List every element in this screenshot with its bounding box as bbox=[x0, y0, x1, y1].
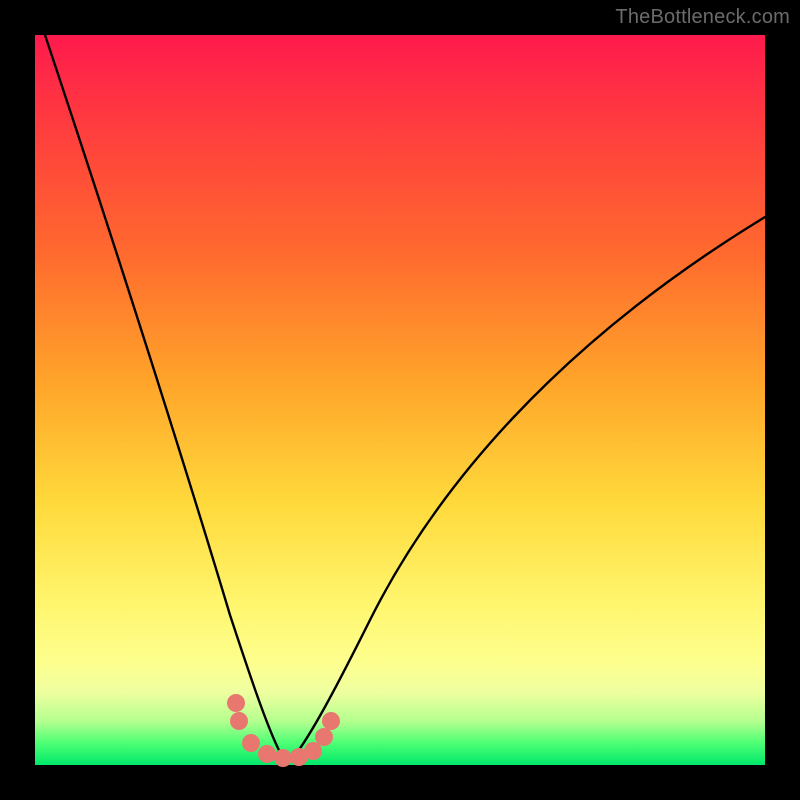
trough-marker-dot bbox=[304, 742, 322, 760]
curve-layer bbox=[35, 35, 765, 765]
chart-frame: TheBottleneck.com bbox=[0, 0, 800, 800]
bottleneck-curve bbox=[293, 217, 765, 758]
trough-marker-dot bbox=[227, 694, 245, 712]
trough-marker-dot bbox=[274, 749, 292, 767]
trough-marker-dot bbox=[242, 734, 260, 752]
trough-marker-dot bbox=[230, 712, 248, 730]
bottleneck-curve bbox=[45, 35, 283, 758]
trough-marker-dot bbox=[322, 712, 340, 730]
trough-marker-dot bbox=[258, 745, 276, 763]
watermark-text: TheBottleneck.com bbox=[615, 6, 790, 29]
trough-marker-dot bbox=[315, 728, 333, 746]
plot-area bbox=[35, 35, 765, 765]
